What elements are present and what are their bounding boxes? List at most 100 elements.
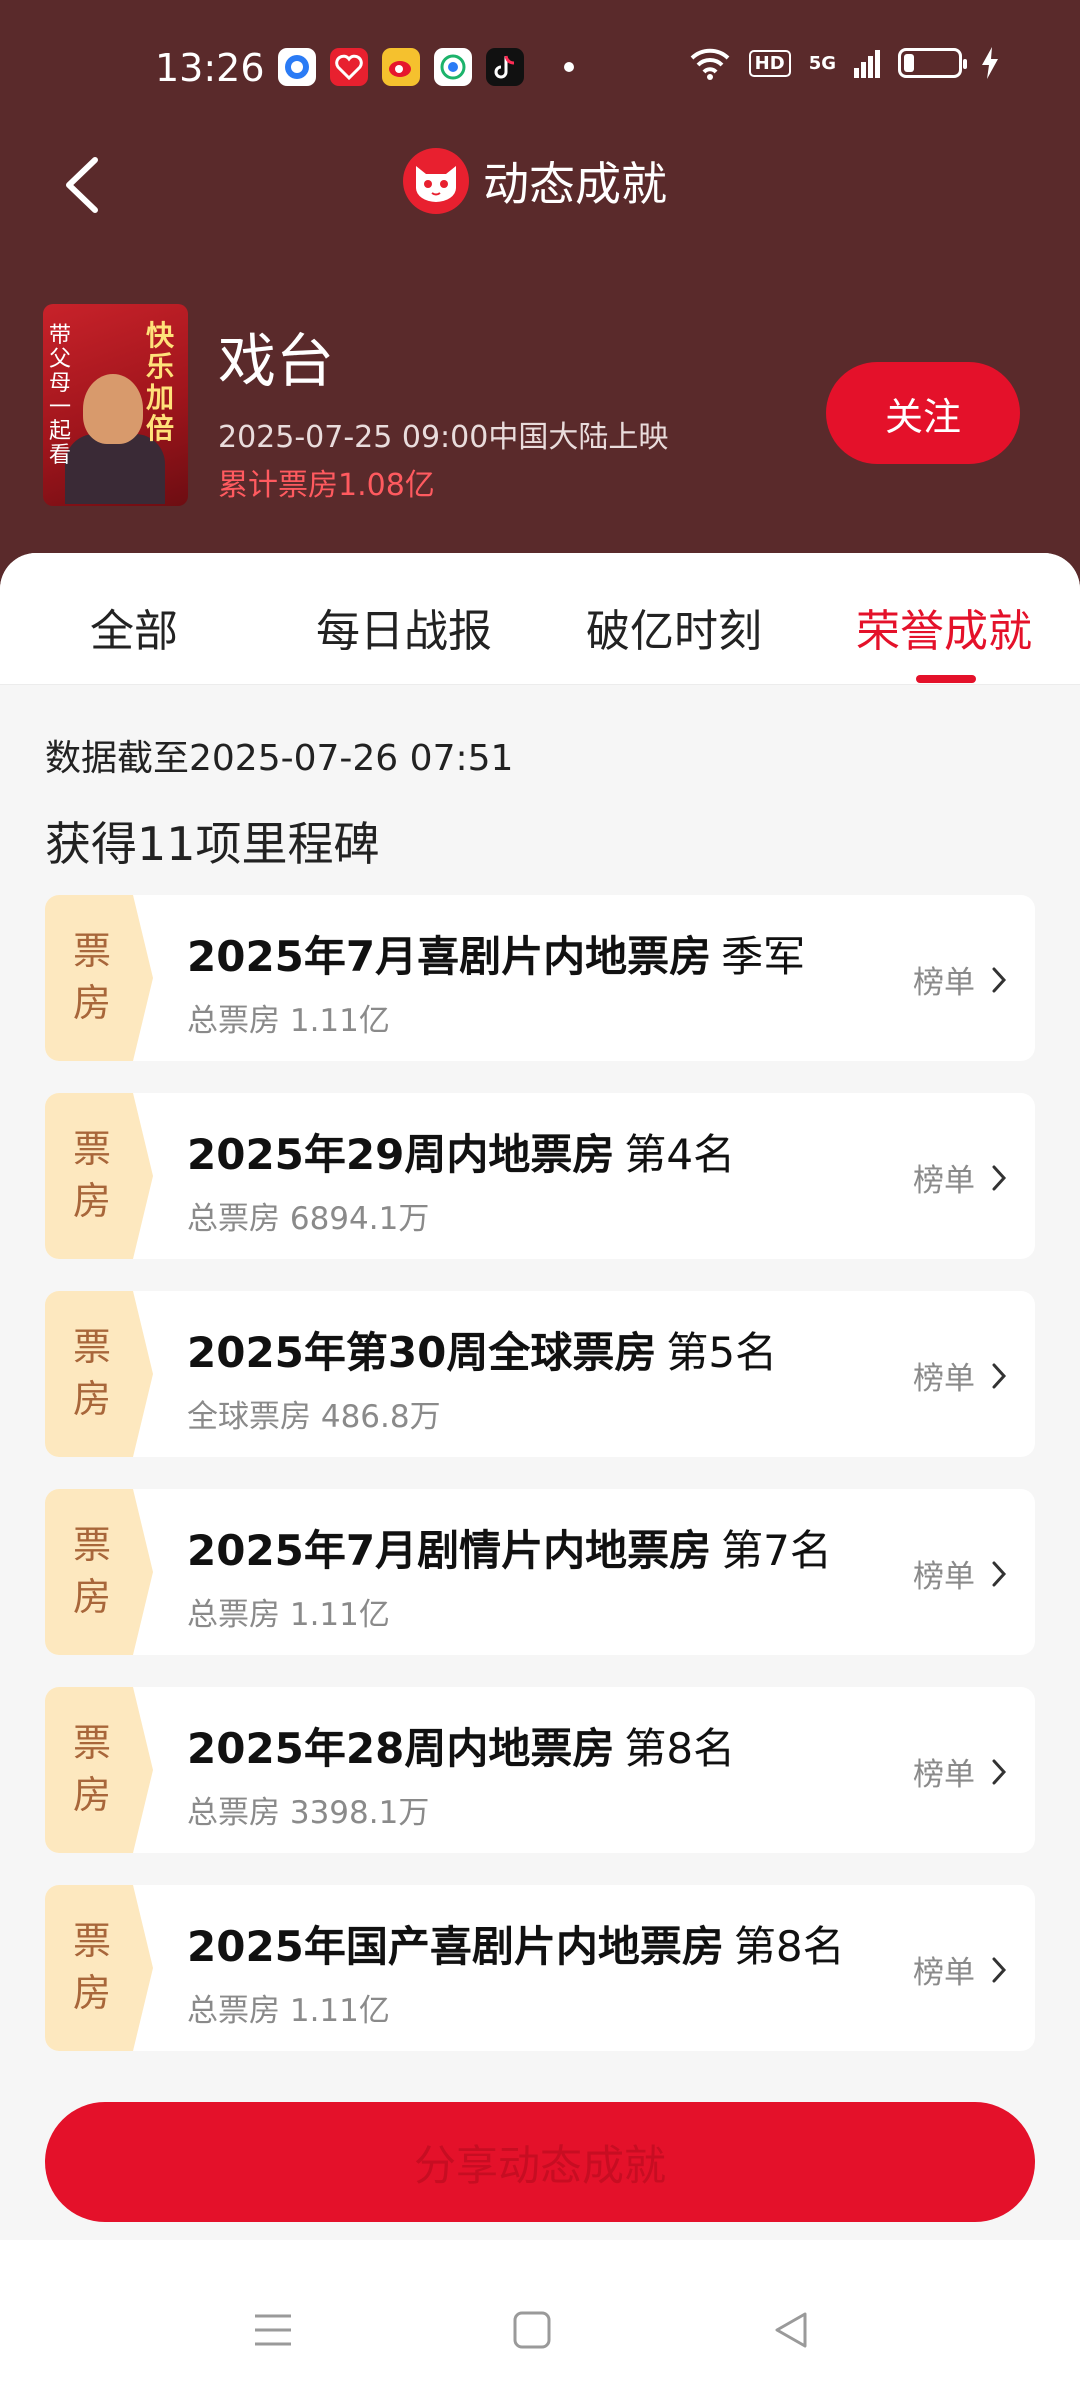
milestone-subtitle: 全球票房 486.8万 [187, 1399, 441, 1435]
tag-label: 票房 [72, 1127, 111, 1223]
share-achievement-button[interactable]: 分享动态成就 [45, 2102, 1035, 2222]
battery-icon [898, 48, 967, 78]
status-bar: 13:26 HD 5G [0, 0, 1080, 140]
milestone-title-text: 2025年7月剧情片内地票房 [187, 1526, 712, 1575]
milestone-subtitle: 总票房 6894.1万 [187, 1201, 430, 1237]
wifi-icon [690, 48, 730, 80]
status-app-icons [278, 48, 574, 86]
milestone-rank: 第5名 [666, 1328, 778, 1377]
milestone-rank: 第4名 [624, 1130, 736, 1179]
milestone-list: 票房 2025年7月喜剧片内地票房 季军 总票房 1.11亿 榜单 票房 2025… [45, 895, 1035, 2073]
ranking-link-label: 榜单 [913, 1163, 975, 1199]
category-tag: 票房 [45, 1885, 155, 2051]
milestone-title: 2025年29周内地票房 第4名 [187, 1121, 735, 1182]
movie-poster[interactable]: 快乐加倍 带父母一起看 [43, 304, 188, 506]
movie-box-office: 累计票房1.08亿 [218, 468, 435, 503]
network-label: 5G [808, 52, 836, 74]
poster-text-left: 带父母一起看 [49, 323, 72, 468]
milestones-count: 获得11项里程碑 [45, 817, 380, 871]
chevron-right-icon [992, 1759, 1007, 1784]
milestone-title: 2025年7月剧情片内地票房 第7名 [187, 1517, 832, 1578]
battery-level [904, 54, 914, 72]
category-tag: 票房 [45, 1093, 155, 1259]
milestone-rank: 第7名 [721, 1526, 832, 1575]
ranking-link[interactable]: 榜单 [913, 957, 1007, 1002]
tag-label: 票房 [72, 1919, 111, 2015]
milestone-title: 2025年第30周全球票房 第5名 [187, 1319, 777, 1380]
content-panel: 全部 每日战报 破亿时刻 荣誉成就 数据截至2025-07-26 07:51 获… [0, 553, 1080, 2073]
back-button[interactable] [55, 150, 115, 220]
ranking-link-label: 榜单 [913, 1361, 975, 1397]
back-triangle-icon[interactable] [771, 2310, 811, 2350]
tab-honors[interactable]: 荣誉成就 [856, 595, 1032, 659]
category-tag: 票房 [45, 1291, 155, 1457]
ranking-link[interactable]: 榜单 [913, 1155, 1007, 1200]
milestone-title-text: 2025年7月喜剧片内地票房 [187, 932, 712, 981]
tiktok-icon [486, 48, 524, 86]
ranking-link[interactable]: 榜单 [913, 1353, 1007, 1398]
nav-bar: 动态成就 [0, 140, 1080, 230]
chevron-right-icon [992, 1165, 1007, 1190]
tag-label: 票房 [72, 1325, 111, 1421]
tag-label: 票房 [72, 1721, 111, 1817]
page-title: 动态成就 [483, 157, 667, 211]
tab-all[interactable]: 全部 [90, 595, 178, 659]
status-time: 13:26 [155, 46, 265, 90]
milestone-item[interactable]: 票房 2025年第30周全球票房 第5名 全球票房 486.8万 榜单 [45, 1291, 1035, 1457]
tab-daily-report[interactable]: 每日战报 [316, 595, 492, 659]
system-navigation-bar [0, 2240, 1080, 2400]
follow-button[interactable]: 关注 [826, 362, 1020, 464]
browser-icon [278, 48, 316, 86]
poster-text-right: 快乐加倍 [146, 319, 175, 445]
share-button-label: 分享动态成就 [413, 2140, 666, 2190]
ranking-link-label: 榜单 [913, 965, 975, 1001]
menu-icon[interactable] [253, 2310, 293, 2350]
hd-badge: HD [748, 49, 791, 77]
milestone-title: 2025年28周内地票房 第8名 [187, 1715, 735, 1776]
milestone-title: 2025年国产喜剧片内地票房 第8名 [187, 1913, 845, 1974]
nav-title-group: 动态成就 [403, 148, 667, 214]
movie-info: 快乐加倍 带父母一起看 戏台 2025-07-25 09:00中国大陆上映 累计… [0, 300, 1080, 520]
charging-icon [982, 47, 998, 79]
ranking-link[interactable]: 榜单 [913, 1551, 1007, 1596]
weibo-icon [382, 48, 420, 86]
category-tag: 票房 [45, 1489, 155, 1655]
mobile-app-icon [434, 48, 472, 86]
tab-bar: 全部 每日战报 破亿时刻 荣誉成就 [0, 553, 1080, 685]
milestone-item[interactable]: 票房 2025年7月剧情片内地票房 第7名 总票房 1.11亿 榜单 [45, 1489, 1035, 1655]
category-tag: 票房 [45, 895, 155, 1061]
status-indicators: HD 5G [689, 46, 1000, 80]
category-tag: 票房 [45, 1687, 155, 1853]
milestone-subtitle: 总票房 1.11亿 [187, 1993, 390, 2029]
home-square-icon[interactable] [512, 2310, 552, 2350]
milestone-rank: 季军 [721, 932, 806, 981]
active-tab-indicator [916, 675, 976, 683]
milestone-title-text: 2025年国产喜剧片内地票房 [187, 1922, 724, 1971]
milestone-rank: 第8名 [624, 1724, 736, 1773]
ranking-link-label: 榜单 [913, 1757, 975, 1793]
chevron-right-icon [992, 1957, 1007, 1982]
milestone-subtitle: 总票房 1.11亿 [187, 1597, 390, 1633]
screen: 13:26 HD 5G 动态成就 快乐加倍 带父母一起看 戏台 2025-07-… [0, 0, 1080, 2400]
notification-dot [564, 62, 574, 72]
milestone-title-text: 2025年第30周全球票房 [187, 1328, 657, 1377]
ranking-link[interactable]: 榜单 [913, 1947, 1007, 1992]
movie-release-date: 2025-07-25 09:00中国大陆上映 [218, 420, 669, 455]
milestone-item[interactable]: 票房 2025年28周内地票房 第8名 总票房 3398.1万 榜单 [45, 1687, 1035, 1853]
milestone-title-text: 2025年28周内地票房 [187, 1724, 615, 1773]
tag-label: 票房 [72, 929, 111, 1025]
milestone-item[interactable]: 票房 2025年7月喜剧片内地票房 季军 总票房 1.11亿 榜单 [45, 895, 1035, 1061]
milestone-subtitle: 总票房 3398.1万 [187, 1795, 430, 1831]
chevron-right-icon [992, 1561, 1007, 1586]
back-arrow-icon [66, 157, 98, 213]
chevron-right-icon [992, 967, 1007, 992]
heart-app-icon [330, 48, 368, 86]
data-updated-time: 数据截至2025-07-26 07:51 [45, 738, 514, 779]
milestone-item[interactable]: 票房 2025年国产喜剧片内地票房 第8名 总票房 1.11亿 榜单 [45, 1885, 1035, 2051]
milestone-item[interactable]: 票房 2025年29周内地票房 第4名 总票房 6894.1万 榜单 [45, 1093, 1035, 1259]
milestone-title-text: 2025年29周内地票房 [187, 1130, 615, 1179]
maoyan-cat-logo-icon [403, 148, 469, 214]
tab-hundred-million[interactable]: 破亿时刻 [586, 595, 762, 659]
ranking-link[interactable]: 榜单 [913, 1749, 1007, 1794]
tag-label: 票房 [72, 1523, 111, 1619]
